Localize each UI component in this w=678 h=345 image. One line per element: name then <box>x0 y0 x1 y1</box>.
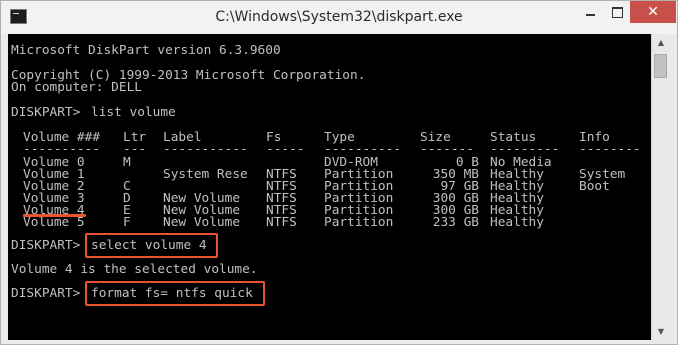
cell-label: System Rese <box>163 167 248 182</box>
scrollbar-thumb[interactable] <box>654 54 667 78</box>
separator-fs: ----- <box>266 142 305 157</box>
highlight-box-select <box>85 233 218 258</box>
cell-ltr: M <box>123 155 131 170</box>
vertical-scrollbar[interactable]: ▲ ▼ <box>651 34 670 340</box>
version-line: Microsoft DiskPart version 6.3.9600 <box>11 43 281 58</box>
selection-response: Volume 4 is the selected volume. <box>11 262 258 277</box>
maximize-button[interactable] <box>604 1 630 23</box>
volume-4-underline <box>23 214 86 217</box>
scroll-up-icon[interactable]: ▲ <box>652 34 670 51</box>
cell-type: Partition <box>324 215 394 230</box>
prompt: DISKPART> <box>11 286 81 301</box>
close-button[interactable]: ✕ <box>630 1 676 23</box>
cell-size: 233 GB <box>432 215 479 230</box>
cell-info: Boot <box>579 179 610 194</box>
highlight-box-format <box>85 281 265 306</box>
separator-info: -------- <box>579 142 641 157</box>
diskpart-window: C:\Windows\System32\diskpart.exe ✕ Micro… <box>0 0 678 345</box>
cell-volume: Volume 5 <box>23 215 85 230</box>
cell-label: New Volume <box>163 215 241 230</box>
prompt: DISKPART> <box>11 105 81 120</box>
title-bar[interactable]: C:\Windows\System32\diskpart.exe ✕ <box>1 1 677 34</box>
command-list-volume: list volume <box>91 105 176 120</box>
cell-fs: NTFS <box>266 215 297 230</box>
scroll-down-icon[interactable]: ▼ <box>652 323 670 340</box>
prompt: DISKPART> <box>11 238 81 253</box>
minimize-icon <box>586 14 595 16</box>
maximize-icon <box>612 7 623 18</box>
minimize-button[interactable] <box>576 1 604 23</box>
cell-ltr: F <box>123 215 131 230</box>
cell-status: Healthy <box>490 215 544 230</box>
separator-label: ----------- <box>163 142 248 157</box>
console-output[interactable]: Microsoft DiskPart version 6.3.9600 Copy… <box>8 34 651 340</box>
close-icon: ✕ <box>647 4 659 20</box>
computer-line: On computer: DELL <box>11 80 142 95</box>
